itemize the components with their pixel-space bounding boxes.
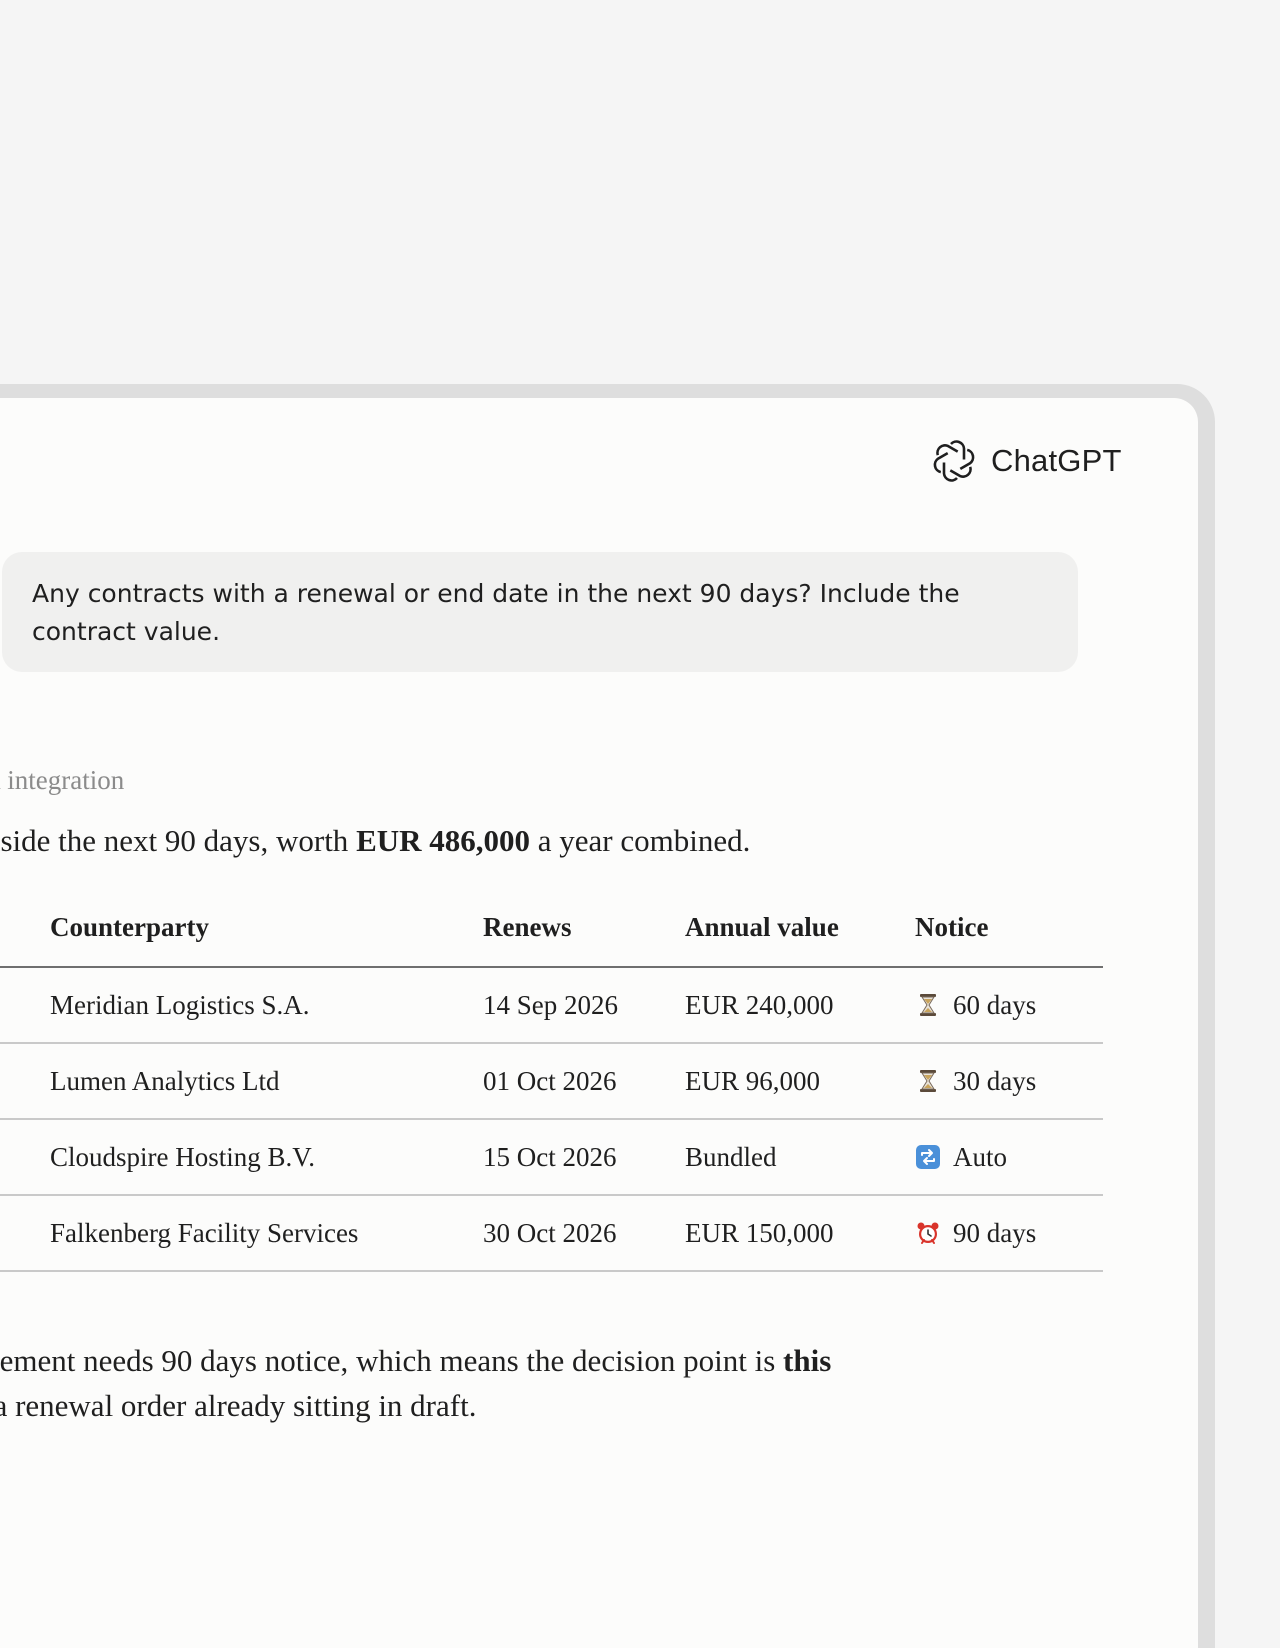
- closing-line-2: as a renewal order already sitting in dr…: [0, 1388, 477, 1423]
- hourglass-icon: [915, 992, 941, 1018]
- alarm-clock-icon: [915, 1220, 941, 1246]
- user-message-bubble: Any contracts with a renewal or end date…: [2, 552, 1078, 672]
- closing-line-1: greement needs 90 days notice, which mea…: [0, 1338, 831, 1383]
- brand-header: ChatGPT: [931, 438, 1122, 484]
- row-gutter: [0, 1043, 50, 1120]
- source-label: ynk integration: [0, 765, 125, 795]
- chat-window: ChatGPT Any contracts with a renewal or …: [0, 398, 1198, 1648]
- summary-amount: EUR 486,000: [356, 823, 531, 858]
- notice-text: 90 days: [953, 1217, 1037, 1248]
- repeat-icon: [915, 1144, 941, 1170]
- openai-logo-icon: [931, 438, 977, 484]
- table-row: Meridian Logistics S.A. 14 Sep 2026 EUR …: [0, 967, 1103, 1044]
- notice-text: 30 days: [953, 1065, 1037, 1096]
- cell-annual-value: EUR 96,000: [685, 1043, 915, 1120]
- hourglass-icon: [915, 1068, 941, 1094]
- assistant-closing: greement needs 90 days notice, which mea…: [0, 1338, 831, 1428]
- closing-line-1-prefix: greement needs 90 days notice, which mea…: [0, 1343, 784, 1378]
- header-gutter: [0, 888, 50, 968]
- cell-counterparty: Meridian Logistics S.A.: [50, 967, 483, 1044]
- header-counterparty: Counterparty: [50, 888, 483, 968]
- cell-counterparty: Lumen Analytics Ltd: [50, 1043, 483, 1120]
- header-notice: Notice: [915, 888, 1103, 968]
- notice-text: 60 days: [953, 989, 1037, 1020]
- table-header-row: Counterparty Renews Annual value Notice: [0, 888, 1103, 968]
- row-gutter: [0, 1195, 50, 1272]
- cell-notice: 60 days: [915, 967, 1103, 1044]
- cell-counterparty: Cloudspire Hosting B.V.: [50, 1119, 483, 1196]
- user-message-text: Any contracts with a renewal or end date…: [32, 579, 960, 646]
- cell-renews: 14 Sep 2026: [483, 967, 685, 1044]
- brand-name: ChatGPT: [991, 443, 1122, 478]
- summary-suffix: a year combined.: [530, 823, 751, 858]
- assistant-summary: l inside the next 90 days, worth EUR 486…: [0, 823, 750, 859]
- header-renews: Renews: [483, 888, 685, 968]
- cell-notice: Auto: [915, 1119, 1103, 1196]
- cell-annual-value: EUR 150,000: [685, 1195, 915, 1272]
- cell-renews: 30 Oct 2026: [483, 1195, 685, 1272]
- notice-text: Auto: [953, 1141, 1007, 1172]
- row-gutter: [0, 1119, 50, 1196]
- header-annual-value: Annual value: [685, 888, 915, 968]
- cell-notice: 30 days: [915, 1043, 1103, 1120]
- cell-counterparty: Falkenberg Facility Services: [50, 1195, 483, 1272]
- contracts-table: Counterparty Renews Annual value Notice …: [0, 888, 1103, 1272]
- closing-line-1-bold: this: [783, 1343, 832, 1378]
- cell-renews: 15 Oct 2026: [483, 1119, 685, 1196]
- cell-notice: 90 days: [915, 1195, 1103, 1272]
- row-gutter: [0, 967, 50, 1044]
- cell-renews: 01 Oct 2026: [483, 1043, 685, 1120]
- table-row: Lumen Analytics Ltd 01 Oct 2026 EUR 96,0…: [0, 1043, 1103, 1120]
- summary-prefix: l inside the next 90 days, worth: [0, 823, 349, 858]
- cell-annual-value: Bundled: [685, 1119, 915, 1196]
- cell-annual-value: EUR 240,000: [685, 967, 915, 1044]
- table-row: Falkenberg Facility Services 30 Oct 2026…: [0, 1195, 1103, 1272]
- table-row: Cloudspire Hosting B.V. 15 Oct 2026 Bund…: [0, 1119, 1103, 1196]
